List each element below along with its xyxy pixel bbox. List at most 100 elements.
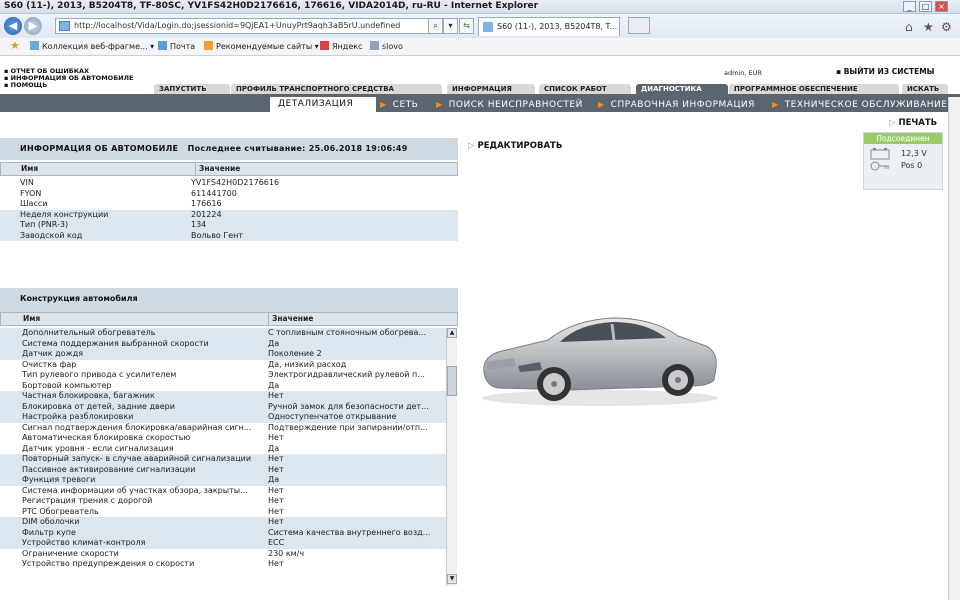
maximize-button[interactable]: □ (919, 1, 932, 12)
row-value: YV1FS42H0D2176616 (191, 178, 280, 187)
row-value: Ручной замок для безопасности дет... (268, 401, 429, 411)
table-row: Сигнал подтверждения блокировка/аварийна… (0, 423, 446, 434)
minimize-button[interactable]: _ (903, 1, 916, 12)
subtab-network[interactable]: ▶ СЕТЬ (380, 97, 418, 112)
tab-start[interactable]: ЗАПУСТИТЬ (154, 84, 230, 94)
col-name: Имя (21, 164, 39, 173)
row-name: Повторный запуск- в случае аварийной сиг… (22, 454, 252, 463)
construction-header: Конструкция автомобиля (0, 288, 458, 312)
table-row: Повторный запуск- в случае аварийной сиг… (0, 454, 446, 465)
window-title-bar: S60 (11-), 2013, B5204T8, TF-80SC, YV1FS… (0, 0, 960, 14)
row-value: Нет (268, 496, 284, 505)
voltage-value: 12,3 V (901, 149, 927, 158)
table-row: Ограничение скорости 230 км/ч (0, 549, 446, 560)
favorites-star-icon[interactable]: ★ (923, 20, 934, 34)
row-name: Заводской код (20, 230, 83, 240)
row-name: Регистрация трения с дорогой (22, 496, 153, 505)
favorites-star-icon[interactable]: ★ (10, 39, 20, 52)
scroll-thumb[interactable] (447, 366, 457, 396)
row-name: Бортовой компьютер (22, 380, 112, 390)
print-link[interactable]: ▷ ПЕЧАТЬ (889, 118, 937, 128)
favorite-webslice[interactable]: Коллекция веб-фрагме... ▾ (30, 41, 154, 51)
browser-tab[interactable]: S60 (11-), 2013, B5204T8, T... (478, 17, 620, 36)
edit-link[interactable]: ▷ РЕДАКТИРОВАТЬ (468, 141, 562, 151)
row-name: PTC Обогреватель (22, 506, 99, 516)
favorites-bar: ★ Коллекция веб-фрагме... ▾ Почта Рекоме… (0, 38, 960, 56)
logout-link[interactable]: ▪ ВЫЙТИ ИЗ СИСТЕМЫ (836, 67, 934, 76)
favorite-slovo[interactable]: slovo (370, 41, 403, 51)
row-name: Функция тревоги (22, 475, 96, 484)
row-value: 201224 (191, 209, 222, 219)
address-bar[interactable]: http://localhost/Vida/Login.do;jsessioni… (55, 18, 455, 34)
table-scrollbar[interactable]: ▲ ▼ (446, 328, 457, 586)
row-name: Фильтр купе (22, 527, 76, 537)
browser-nav-bar: ◀ ▶ http://localhost/Vida/Login.do;jsess… (0, 14, 960, 38)
row-name: Автоматическая блокировка скоростью (22, 433, 191, 442)
favorite-mail[interactable]: Почта (158, 41, 195, 51)
tab-software[interactable]: ПРОГРАММНОЕ ОБЕСПЕЧЕНИЕ (729, 84, 899, 94)
favorite-suggested[interactable]: Рекомендуемые сайты ▾ (204, 41, 319, 51)
subtab-maintenance[interactable]: ▶ ТЕХНИЧЕСКОЕ ОБСЛУЖИВАНИЕ (772, 97, 947, 112)
close-button[interactable]: × (935, 1, 948, 12)
row-value: Да (268, 475, 280, 484)
row-value: Да, низкий расход (268, 359, 347, 369)
row-name: Система информации об участках обзора, з… (22, 485, 248, 495)
search-icon[interactable]: ⌕ (428, 18, 443, 34)
tab-search[interactable]: ИСКАТЬ (902, 84, 948, 94)
tab-title: S60 (11-), 2013, B5204T8, T... (497, 22, 618, 31)
table-row: Очистка фар Да, низкий расход (0, 360, 446, 371)
row-value: Нет (268, 464, 284, 474)
page-scrollbar[interactable] (948, 97, 960, 600)
tab-information[interactable]: ИНФОРМАЦИЯ (447, 84, 535, 94)
table-row: Система поддержания выбранной скорости Да (0, 338, 446, 349)
row-name: Датчик уровня - если сигнализация (22, 443, 174, 453)
favorite-yandex[interactable]: Яндекс (320, 41, 362, 51)
row-value: Нет (268, 433, 284, 442)
address-url: http://localhost/Vida/Login.do;jsessioni… (74, 21, 401, 30)
connection-status: Подсоединен (864, 133, 942, 144)
link-help[interactable]: ▪ ПОМОЩЬ (4, 81, 47, 89)
home-icon[interactable]: ⌂ (905, 20, 913, 34)
table-row: Фильтр купе Система качества внутреннего … (0, 527, 446, 538)
forward-button[interactable]: ▶ (24, 17, 42, 35)
tab-diagnostics[interactable]: ДИАГНОСТИКА (636, 84, 728, 94)
sub-menu: ДЕТАЛИЗАЦИЯ ▶ СЕТЬ ▶ ПОИСК НЕИСПРАВНОСТЕЙ … (0, 97, 960, 112)
tab-vehicle-profile[interactable]: ПРОФИЛЬ ТРАНСПОРТНОГО СРЕДСТВА (231, 84, 442, 94)
row-value: Нет (268, 391, 284, 400)
vehicle-info-column-header: Имя Значение (0, 162, 458, 176)
table-row: Автоматическая блокировка скоростью Нет (0, 433, 446, 444)
row-value: 230 км/ч (268, 548, 305, 558)
table-row: Шасси 176616 (0, 199, 458, 210)
row-name: Сигнал подтверждения блокировка/аварийна… (22, 422, 252, 432)
row-value: 611441700 (191, 188, 237, 198)
row-value: Нет (268, 485, 284, 495)
subtab-fault-tracing[interactable]: ▶ ПОИСК НЕИСПРАВНОСТЕЙ (436, 97, 583, 112)
row-value: Нет (268, 506, 284, 516)
battery-icon (870, 148, 890, 160)
table-row: PTC Обогреватель Нет (0, 507, 446, 518)
user-label: admin, EUR (724, 69, 762, 77)
gear-icon[interactable]: ⚙ (941, 20, 952, 34)
subtab-details[interactable]: ДЕТАЛИЗАЦИЯ (270, 97, 376, 112)
row-name: Ограничение скорости (22, 548, 119, 558)
tab-page-icon (483, 22, 493, 32)
vehicle-info-header: ИНФОРМАЦИЯ ОБ АВТОМОБИЛЕ Последнее считы… (0, 138, 458, 160)
back-button[interactable]: ◀ (4, 17, 22, 35)
dropdown-icon[interactable]: ▾ (443, 18, 458, 34)
refresh-icon[interactable]: ⇆ (459, 18, 474, 34)
subtab-reference-info[interactable]: ▶ СПРАВОЧНАЯ ИНФОРМАЦИЯ (598, 97, 755, 112)
row-name: Датчик дождя (22, 349, 84, 358)
table-row: Тип (PNR-3) 134 (0, 220, 458, 231)
row-name: DIM оболочки (22, 517, 80, 526)
row-value: ECC (268, 538, 285, 547)
row-value: Да (268, 380, 280, 390)
key-icon (870, 161, 889, 171)
table-row: Функция тревоги Да (0, 475, 446, 486)
new-tab-button[interactable] (628, 17, 650, 34)
table-row: Система информации об участках обзора, з… (0, 486, 446, 497)
row-name: Блокировка от детей, задние двери (22, 401, 175, 411)
scroll-down-button[interactable]: ▼ (447, 574, 457, 584)
tab-work-list[interactable]: СПИСОК РАБОТ (539, 84, 631, 94)
table-row: Неделя конструкции 201224 (0, 209, 458, 220)
scroll-up-button[interactable]: ▲ (447, 328, 457, 338)
